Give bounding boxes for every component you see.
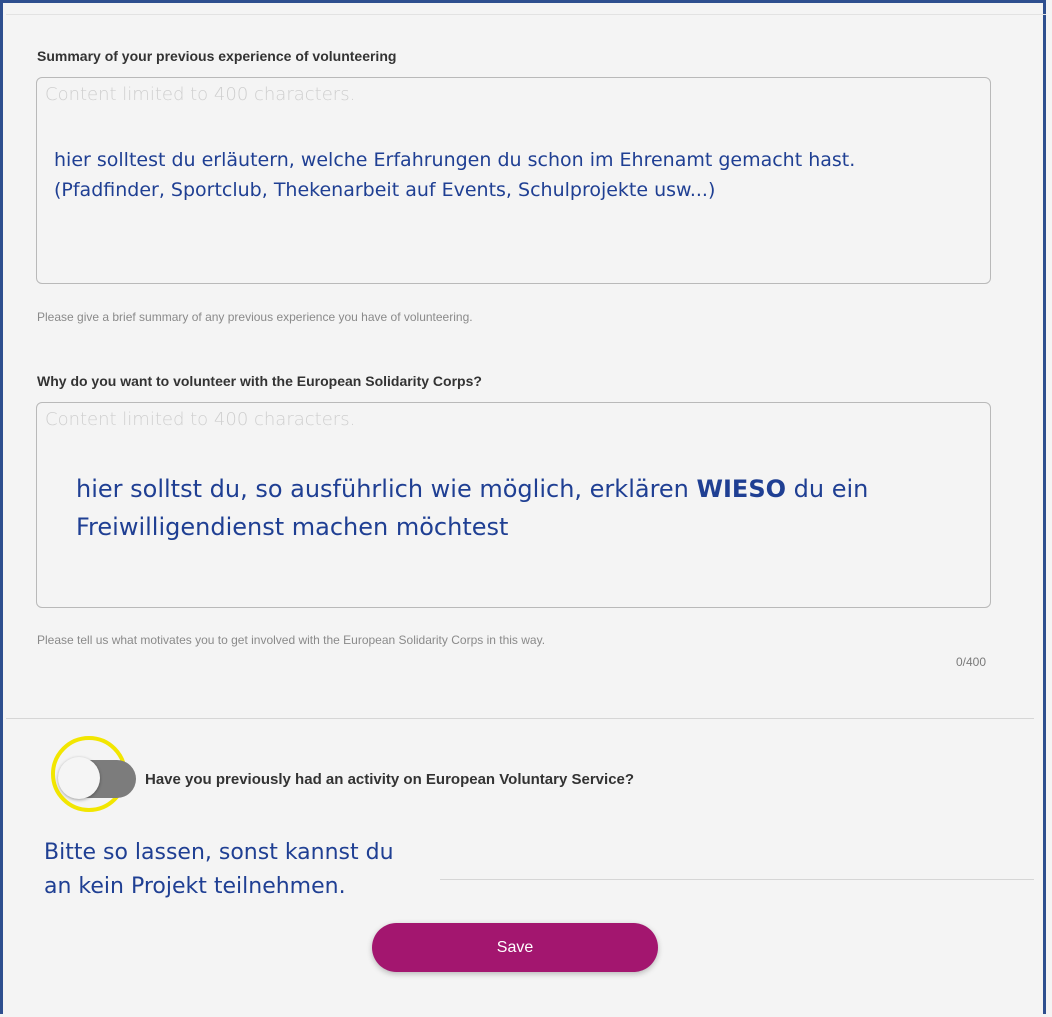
toggle-knob[interactable] bbox=[58, 757, 100, 799]
annotation-toggle-line2: an kein Projekt teilnehmen. bbox=[44, 874, 346, 899]
annotation-experience-line1: hier solltest du erläutern, welche Erfah… bbox=[54, 149, 856, 171]
motivation-help: Please tell us what motivates you to get… bbox=[37, 633, 546, 647]
motivation-label: Why do you want to volunteer with the Eu… bbox=[37, 373, 482, 389]
annotation-motivation-line1: hier solltst du, so ausführlich wie mögl… bbox=[76, 470, 868, 508]
annotation-experience: hier solltest du erläutern, welche Erfah… bbox=[54, 145, 855, 205]
section-divider bbox=[6, 718, 1034, 719]
annotation-motivation: hier solltst du, so ausführlich wie mögl… bbox=[76, 470, 868, 546]
annotation-toggle-line1: Bitte so lassen, sonst kannst du bbox=[44, 840, 394, 865]
annotation-emphasis: WIESO bbox=[696, 475, 786, 503]
previous-experience-help: Please give a brief summary of any previ… bbox=[37, 310, 473, 324]
annotation-text: hier solltst du, so ausführlich wie mögl… bbox=[76, 475, 697, 503]
bottom-divider bbox=[440, 879, 1034, 880]
character-counter: 0/400 bbox=[955, 655, 986, 669]
annotation-experience-line2: (Pfadfinder, Sportclub, Thekenarbeit auf… bbox=[54, 179, 716, 201]
previous-experience-label: Summary of your previous experience of v… bbox=[37, 48, 397, 64]
annotation-text: du ein bbox=[786, 475, 869, 503]
save-button[interactable]: Save bbox=[372, 923, 658, 972]
annotation-toggle: Bitte so lassen, sonst kannst du an kein… bbox=[44, 836, 394, 904]
annotation-motivation-line2: Freiwilligendienst machen möchtest bbox=[76, 513, 509, 541]
top-divider bbox=[6, 14, 1046, 15]
textarea-placeholder: Content limited to 400 characters. bbox=[45, 409, 356, 430]
evs-toggle-label: Have you previously had an activity on E… bbox=[145, 771, 635, 788]
textarea-placeholder: Content limited to 400 characters. bbox=[45, 84, 356, 105]
